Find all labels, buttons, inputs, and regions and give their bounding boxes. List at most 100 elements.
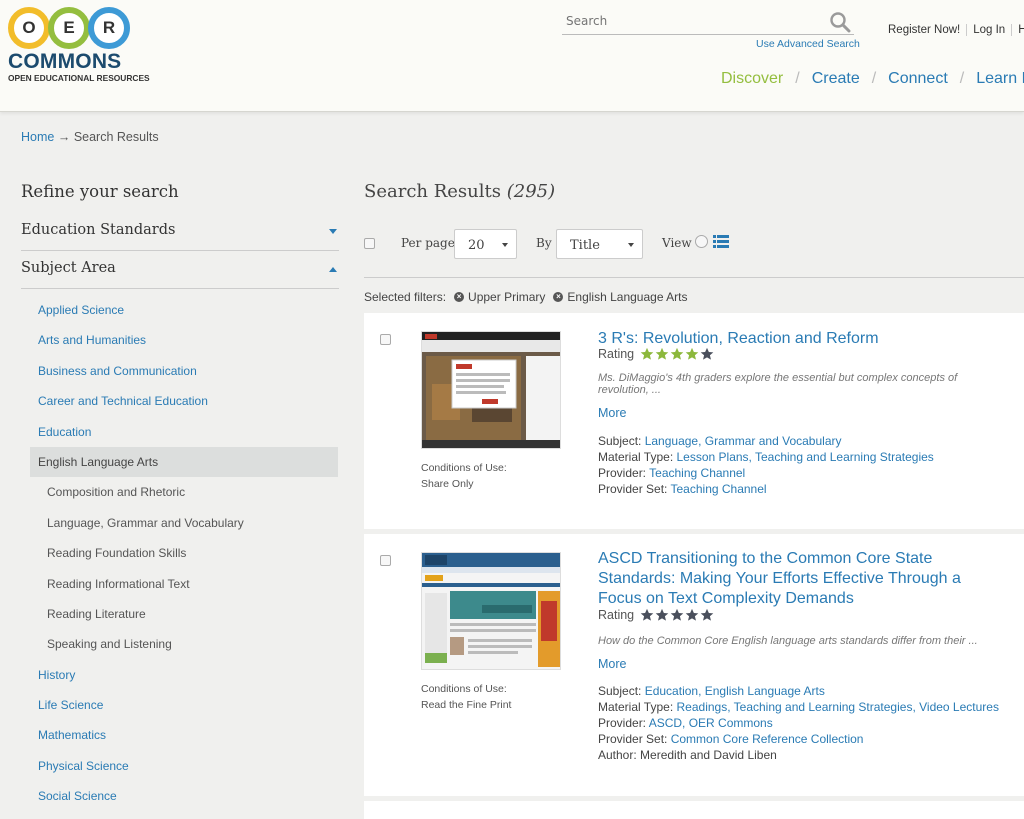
- remove-filter-icon[interactable]: ×: [454, 292, 465, 302]
- site-header: O E R COMMONS OPEN EDUCATIONAL RESOURCES…: [0, 0, 1024, 112]
- subject-language-grammar-vocabulary[interactable]: Language, Grammar and Vocabulary: [30, 508, 338, 538]
- more-link[interactable]: More: [598, 406, 626, 420]
- result-title-link[interactable]: ASCD Transitioning to the Common Core St…: [598, 549, 998, 609]
- subject-composition-and-rhetoric[interactable]: Composition and Rhetoric: [30, 477, 338, 507]
- logo-letter-r: R: [88, 7, 130, 49]
- provider-link[interactable]: ASCD, OER Commons: [649, 716, 773, 730]
- login-link[interactable]: Log In: [967, 24, 1013, 36]
- dropdown-arrow-icon: [502, 243, 508, 247]
- logo-letter-o: O: [8, 7, 50, 49]
- conditions-of-use-label: Conditions of Use:: [421, 683, 507, 695]
- star-filled-icon[interactable]: [685, 347, 699, 361]
- nav-learn-more[interactable]: Learn Mor: [976, 70, 1024, 88]
- filter-chip-upper-primary[interactable]: × Upper Primary: [454, 290, 545, 304]
- star-empty-icon[interactable]: [655, 608, 669, 622]
- meta-provider-set: Provider Set: Common Core Reference Coll…: [598, 732, 864, 746]
- result-card: Conditions of Use: Read the Fine Print A…: [364, 534, 1024, 796]
- filter-chip-label: Upper Primary: [468, 290, 546, 304]
- list-view-icon[interactable]: [713, 235, 729, 248]
- search-icon[interactable]: [829, 11, 851, 33]
- result-metadata: Subject: Language, Grammar and Vocabular…: [598, 433, 1018, 497]
- subject-english-language-arts[interactable]: English Language Arts: [30, 446, 338, 478]
- facet-education-standards[interactable]: Education Standards: [21, 215, 339, 251]
- star-empty-icon[interactable]: [685, 608, 699, 622]
- subject-reading-informational-text[interactable]: Reading Informational Text: [30, 569, 338, 599]
- subject-applied-science[interactable]: Applied Science: [30, 295, 338, 325]
- result-metadata: Subject: Education, English Language Art…: [598, 683, 1018, 763]
- meta-provider-set: Provider Set: Teaching Channel: [598, 482, 767, 496]
- result-thumbnail[interactable]: [421, 552, 561, 670]
- select-all-checkbox[interactable]: [364, 238, 375, 249]
- per-page-select[interactable]: 20: [454, 229, 517, 259]
- subject-social-science[interactable]: Social Science: [30, 781, 338, 811]
- remove-filter-icon[interactable]: ×: [553, 292, 564, 302]
- advanced-search-link[interactable]: Use Advanced Search: [756, 38, 860, 50]
- star-empty-icon[interactable]: [700, 347, 714, 361]
- more-link[interactable]: More: [598, 657, 626, 671]
- subject-speaking-and-listening[interactable]: Speaking and Listening: [30, 629, 338, 659]
- filter-chip-english-language-arts[interactable]: × English Language Arts: [553, 290, 688, 304]
- meta-provider: Provider: ASCD, OER Commons: [598, 716, 773, 730]
- sort-by-value: Title: [570, 238, 600, 253]
- subject-link[interactable]: Language, Grammar and Vocabulary: [645, 434, 842, 448]
- facet-subject-area[interactable]: Subject Area: [21, 253, 339, 289]
- subject-link[interactable]: Education, English Language Arts: [645, 684, 825, 698]
- breadcrumb: Home → Search Results: [21, 130, 159, 144]
- star-filled-icon[interactable]: [655, 347, 669, 361]
- nav-create[interactable]: Create: [812, 70, 860, 88]
- subject-reading-foundation-skills[interactable]: Reading Foundation Skills: [30, 538, 338, 568]
- subject-mathematics[interactable]: Mathematics: [30, 720, 338, 750]
- subject-reading-literature[interactable]: Reading Literature: [30, 599, 338, 629]
- provider-set-link[interactable]: Teaching Channel: [671, 482, 767, 496]
- result-select-checkbox[interactable]: [380, 555, 391, 566]
- star-empty-icon[interactable]: [700, 608, 714, 622]
- subject-education[interactable]: Education: [30, 417, 338, 447]
- breadcrumb-home[interactable]: Home: [21, 130, 54, 144]
- logo-letter-e: E: [48, 7, 90, 49]
- selected-filters-label: Selected filters:: [364, 290, 447, 304]
- search-input[interactable]: [562, 9, 822, 33]
- subject-history[interactable]: History: [30, 660, 338, 690]
- material-type-link[interactable]: Readings, Teaching and Learning Strategi…: [677, 700, 999, 714]
- search-box: [562, 9, 854, 35]
- subject-business-and-communication[interactable]: Business and Communication: [30, 356, 338, 386]
- register-link[interactable]: Register Now!: [882, 24, 968, 36]
- meta-material-type: Material Type: Readings, Teaching and Le…: [598, 700, 999, 714]
- result-description: How do the Common Core English language …: [598, 635, 978, 647]
- provider-set-link[interactable]: Common Core Reference Collection: [671, 732, 864, 746]
- nav-connect[interactable]: Connect: [888, 70, 948, 88]
- refine-search-heading: Refine your search: [21, 182, 179, 201]
- star-empty-icon[interactable]: [640, 608, 654, 622]
- logo-name: COMMONS: [8, 50, 122, 73]
- nav-discover[interactable]: Discover: [721, 70, 783, 88]
- sort-by-select[interactable]: Title: [556, 229, 643, 259]
- meta-subject: Subject: Education, English Language Art…: [598, 684, 825, 698]
- author-value: Meredith and David Liben: [640, 748, 777, 762]
- provider-link[interactable]: Teaching Channel: [649, 466, 745, 480]
- star-empty-icon[interactable]: [670, 608, 684, 622]
- oer-commons-logo[interactable]: O E R COMMONS OPEN EDUCATIONAL RESOURCES: [8, 7, 150, 92]
- subject-career-and-technical-education[interactable]: Career and Technical Education: [30, 386, 338, 416]
- material-type-link[interactable]: Lesson Plans, Teaching and Learning Stra…: [677, 450, 934, 464]
- result-thumbnail[interactable]: [421, 331, 561, 449]
- result-rating: Rating: [598, 347, 715, 361]
- caret-up-icon: [329, 267, 337, 272]
- meta-author: Author: Meredith and David Liben: [598, 748, 777, 762]
- rating-stars[interactable]: [640, 608, 715, 622]
- subject-physical-science[interactable]: Physical Science: [30, 751, 338, 781]
- filter-chip-label: English Language Arts: [567, 290, 688, 304]
- thumbnail-image: [422, 553, 560, 669]
- star-filled-icon[interactable]: [640, 347, 654, 361]
- results-toolbar: Per page 20 By Title View: [364, 228, 1024, 278]
- results-title: Search Results: [364, 181, 501, 202]
- rating-stars[interactable]: [640, 347, 715, 361]
- subject-arts-and-humanities[interactable]: Arts and Humanities: [30, 325, 338, 355]
- help-link[interactable]: He: [1012, 24, 1024, 36]
- subject-life-science[interactable]: Life Science: [30, 690, 338, 720]
- result-title-link[interactable]: 3 R's: Revolution, Reaction and Reform: [598, 329, 998, 349]
- meta-provider: Provider: Teaching Channel: [598, 466, 746, 480]
- result-select-checkbox[interactable]: [380, 334, 391, 345]
- grid-view-radio[interactable]: [695, 235, 708, 248]
- star-filled-icon[interactable]: [670, 347, 684, 361]
- results-count: (295): [506, 181, 556, 202]
